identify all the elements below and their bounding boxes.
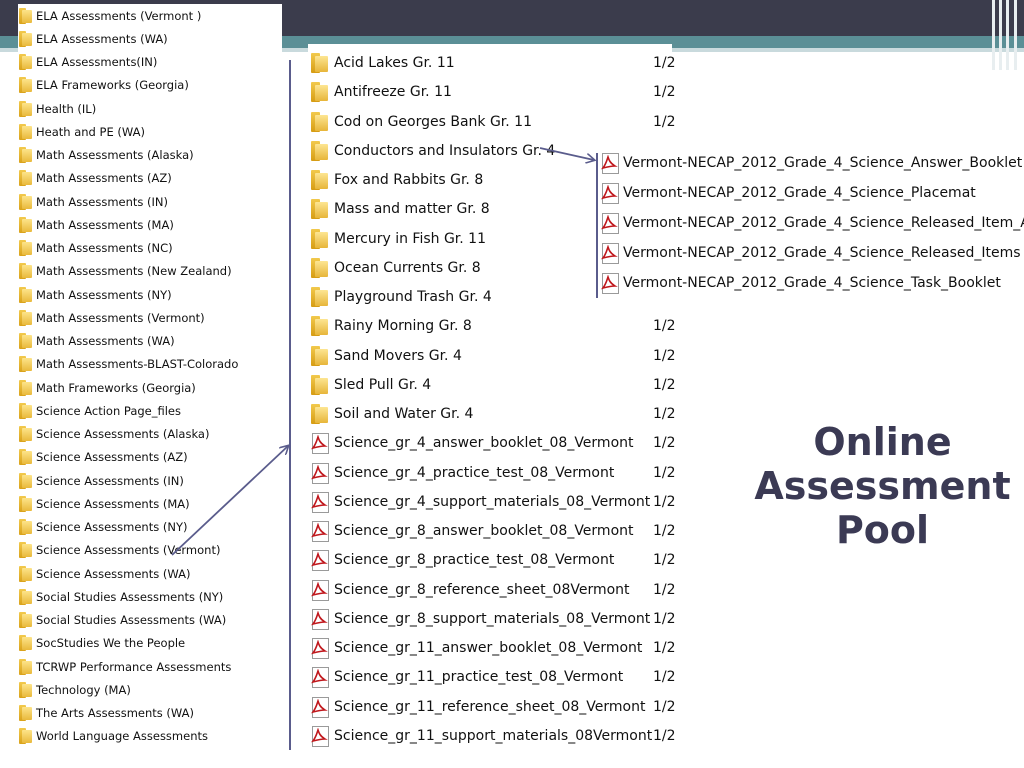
vermont-arrow [171,446,288,556]
slide-title-line-1: Online [813,420,952,464]
slide-title-line-2: Assessment [754,464,1011,508]
slide-title-line-3: Pool [835,508,930,552]
slide-title: Online Assessment Pool [745,420,1020,552]
connector-arrows [171,60,598,750]
conductors-arrow [539,147,594,160]
